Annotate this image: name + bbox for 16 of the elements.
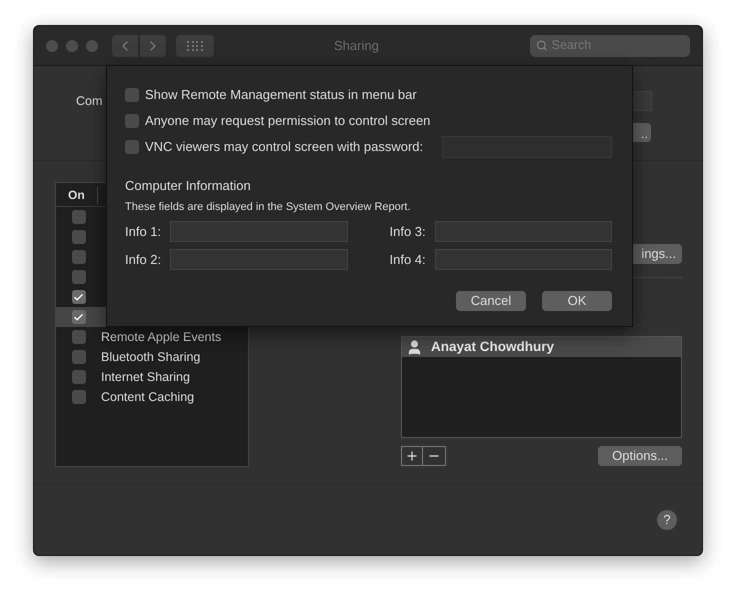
- computer-name-label: Com: [76, 92, 102, 110]
- service-name: Bluetooth Sharing: [101, 348, 200, 366]
- service-name: Remote Apple Events: [101, 328, 222, 346]
- field-label: Info 1:: [125, 222, 162, 241]
- field-label: Info 3:: [390, 222, 427, 241]
- option-label: VNC viewers may control screen with password:: [145, 138, 424, 156]
- field-label: Info 2:: [125, 250, 162, 269]
- option-label: Anyone may request permission to control screen: [145, 112, 430, 130]
- window-title: Sharing: [334, 36, 379, 55]
- field-label: Info 4:: [390, 250, 427, 269]
- option-label: Show Remote Management status in menu bar: [145, 86, 417, 104]
- section-title: Computer Information: [125, 177, 252, 195]
- section-description: These fields are displayed in the System Overview Report.: [125, 200, 412, 214]
- service-name: Content Caching: [101, 388, 194, 406]
- service-name: Internet Sharing: [101, 368, 190, 386]
- user-name: Anayat Chowdhury: [431, 338, 554, 356]
